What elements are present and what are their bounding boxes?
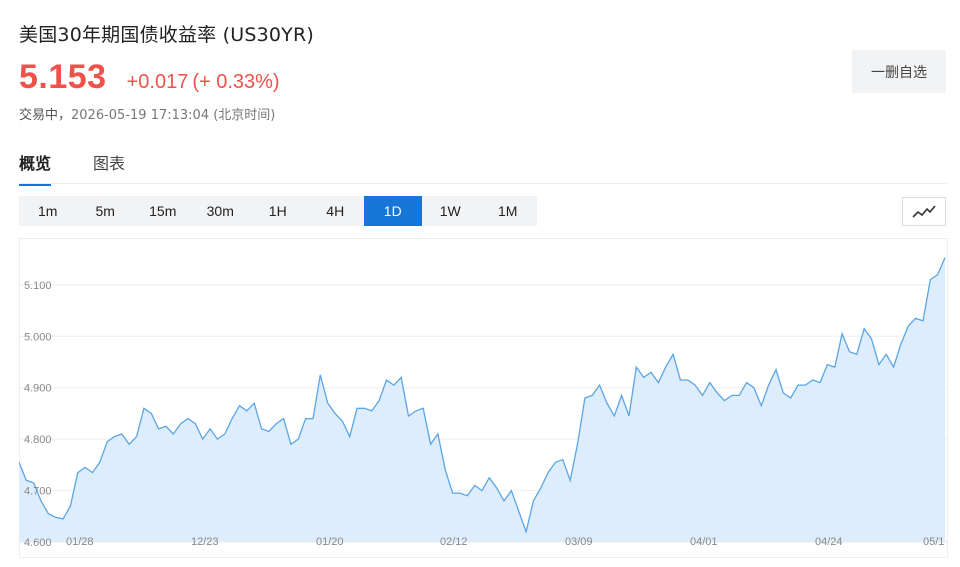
- chart-type-button[interactable]: [902, 197, 946, 226]
- price-change: +0.017 (+ 0.33%): [127, 71, 280, 94]
- status-label: 交易中，: [19, 108, 72, 123]
- x-tick-label: 05/1: [923, 536, 944, 548]
- view-tabs: 概览 图表: [19, 150, 167, 186]
- change-value: +0.017: [126, 71, 189, 93]
- y-tick-label: 4.800: [24, 434, 52, 446]
- status-timezone: (北京时间): [213, 108, 276, 123]
- quote-row: 5.153 +0.017 (+ 0.33%): [19, 58, 280, 97]
- tab-overview[interactable]: 概览: [19, 150, 52, 186]
- interval-5m[interactable]: 5m: [77, 196, 135, 226]
- x-tick-label: 04/01: [690, 536, 718, 548]
- line-chart-icon: [912, 204, 936, 218]
- y-tick-label: 4.700: [24, 486, 52, 498]
- yield-chart[interactable]: 4.600 4.700 4.800 4.900 5.000 5.100 01/28 12/23…: [19, 238, 948, 558]
- x-tick-label: 02/12: [440, 536, 468, 548]
- interval-1h[interactable]: 1H: [249, 196, 307, 226]
- x-tick-label: 04/24: [815, 536, 843, 548]
- x-tick-label: 01/20: [316, 536, 344, 548]
- x-tick-label: 03/09: [565, 536, 593, 548]
- series-area: [19, 257, 945, 542]
- x-tick-label: 01/28: [66, 536, 94, 548]
- interval-1w[interactable]: 1W: [422, 196, 480, 226]
- interval-15m[interactable]: 15m: [134, 196, 192, 226]
- tab-chart[interactable]: 图表: [93, 150, 125, 186]
- y-tick-label: 5.100: [24, 280, 52, 292]
- y-tick-label: 4.900: [24, 383, 52, 395]
- x-tick-label: 12/23: [191, 536, 219, 548]
- interval-30m[interactable]: 30m: [192, 196, 250, 226]
- interval-4h[interactable]: 4H: [307, 196, 365, 226]
- page-title: 美国30年期国债收益率 (US30YR): [19, 24, 314, 46]
- last-price: 5.153: [19, 58, 107, 96]
- status-datetime: 2026-05-19 17:13:04: [71, 108, 210, 123]
- interval-1m[interactable]: 1m: [19, 196, 77, 226]
- y-tick-label: 5.000: [24, 331, 52, 343]
- interval-selector: 1m 5m 15m 30m 1H 4H 1D 1W 1M: [19, 196, 537, 226]
- y-tick-label: 4.600: [24, 537, 52, 549]
- remove-watchlist-button[interactable]: 一删自选: [852, 50, 946, 93]
- interval-1d[interactable]: 1D: [364, 196, 422, 226]
- interval-1mo[interactable]: 1M: [479, 196, 537, 226]
- tabs-divider: [19, 183, 947, 184]
- change-percent: (+ 0.33%): [192, 71, 280, 93]
- trading-status: 交易中，2026-05-19 17:13:04 (北京时间): [19, 104, 275, 123]
